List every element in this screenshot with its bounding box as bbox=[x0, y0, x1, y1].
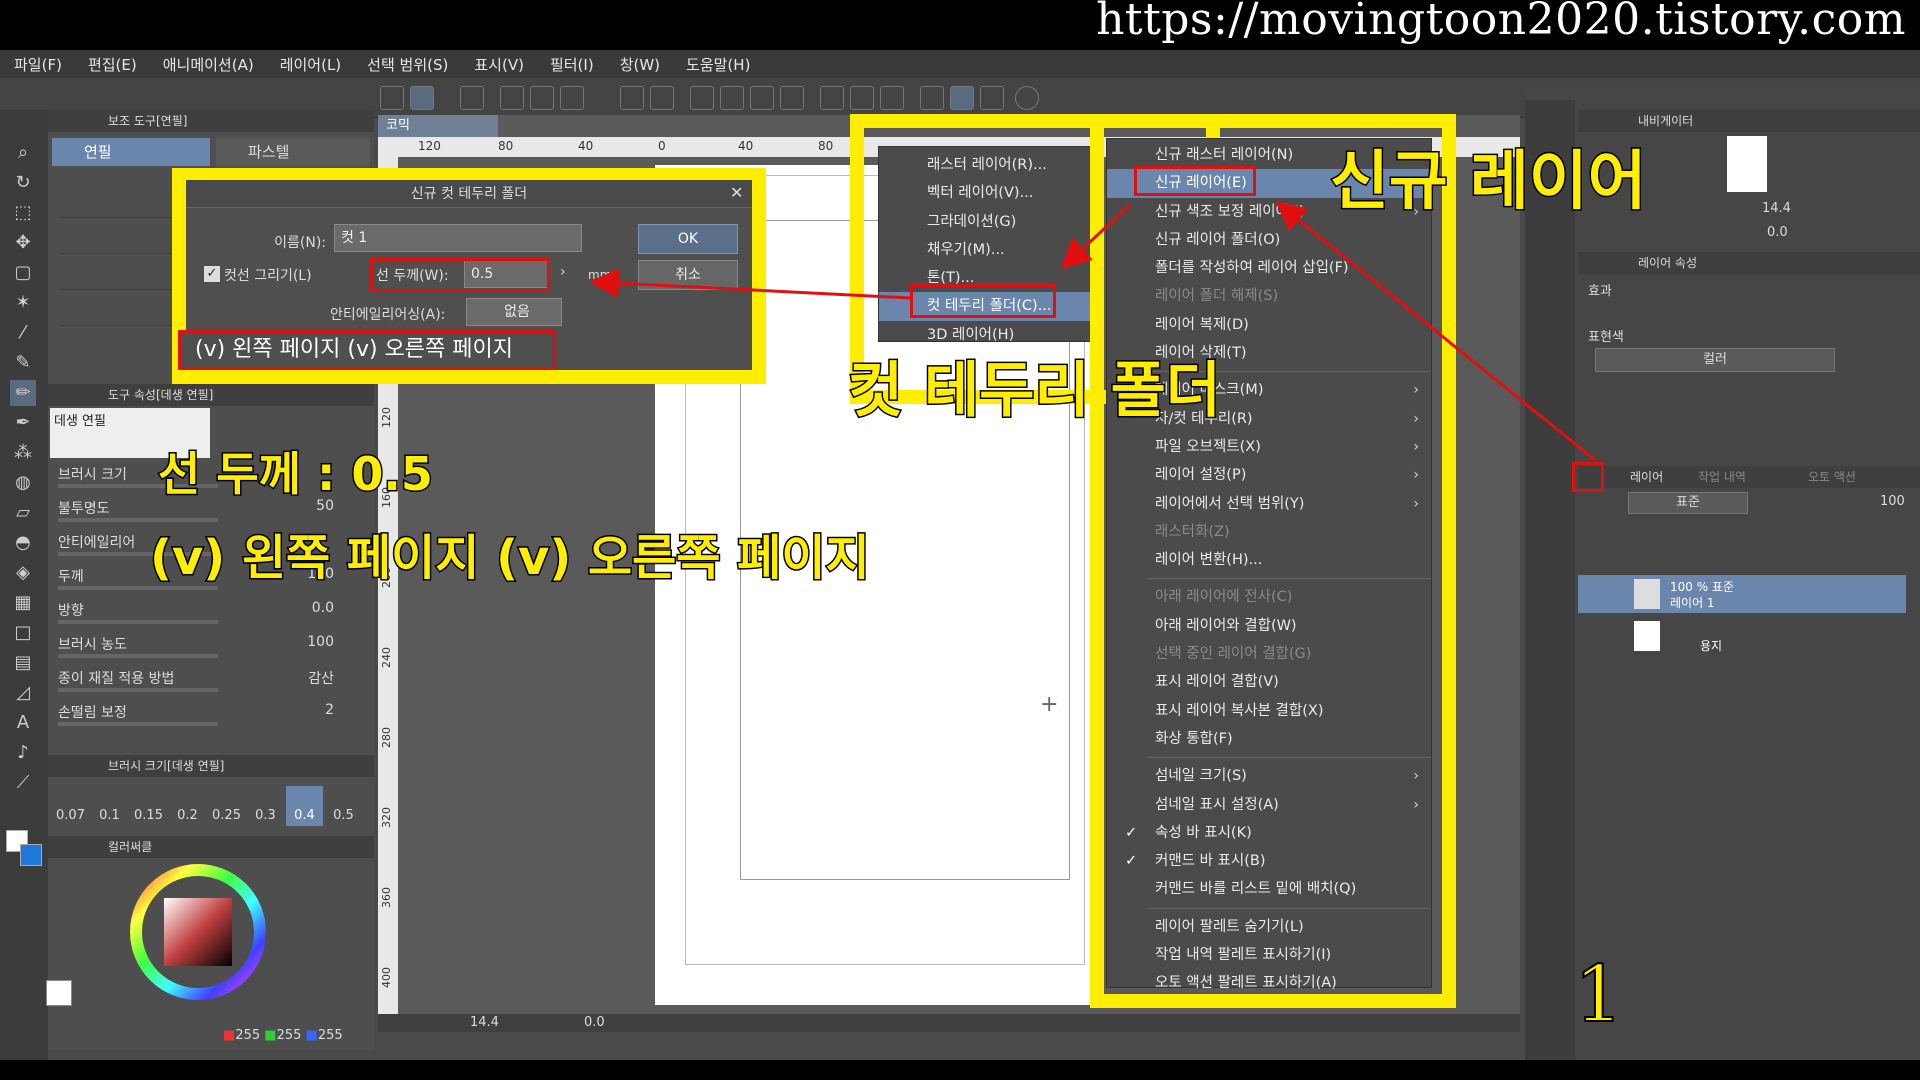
step-number: 1 bbox=[1573, 949, 1625, 1041]
annotation-new-layer: 신규 레이어 bbox=[1329, 144, 1649, 221]
annotation-cut-folder: 컷 테두리 폴더 bbox=[847, 355, 1223, 428]
annotation-thickness: 선 두께 : 0.5 bbox=[157, 446, 435, 503]
bottom-banner bbox=[0, 1060, 1920, 1080]
annotation-pages: (v) 왼쪽 페이지 (v) 오른쪽 페이지 bbox=[149, 529, 872, 588]
